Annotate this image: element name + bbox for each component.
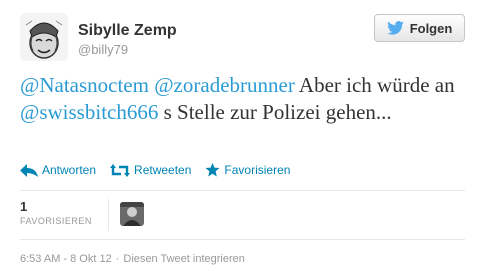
tweet-footer: 6:53 AM - 8 Okt 12 · Diesen Tweet integr…: [20, 253, 245, 265]
favorite-button[interactable]: Favorisieren: [205, 163, 290, 177]
tweet-text-segment: s Stelle zur Polizei gehen...: [158, 100, 392, 124]
tweet-stats: 1 FAVORISIEREN: [20, 190, 465, 240]
stats-divider: [108, 199, 109, 231]
tweet-timestamp[interactable]: 6:53 AM - 8 Okt 12: [20, 253, 112, 265]
retweet-icon: [110, 163, 131, 177]
star-icon: [205, 163, 220, 177]
favorites-label[interactable]: FAVORISIEREN: [20, 216, 92, 226]
tweet-actions: Antworten Retweeten Favorisieren: [20, 161, 304, 179]
reply-label: Antworten: [42, 163, 97, 177]
mention-link[interactable]: @swissbitch666: [20, 100, 158, 124]
user-name[interactable]: Sibylle Zemp: [78, 22, 177, 40]
follow-button[interactable]: Folgen: [374, 14, 465, 42]
tweet-header: Sibylle Zemp @billy79 Folgen: [20, 12, 465, 64]
tweet-text: @Natasnoctem @zoradebrunner Aber ich wür…: [20, 72, 470, 126]
retweet-label: Retweeten: [134, 163, 192, 177]
embed-tweet-link[interactable]: Diesen Tweet integrieren: [123, 253, 244, 265]
tweet-text-segment: Aber ich würde an: [294, 73, 455, 97]
footer-separator: ·: [115, 253, 120, 265]
reply-button[interactable]: Antworten: [20, 163, 96, 177]
reply-arrow-icon: [20, 163, 38, 177]
favoriter-avatar[interactable]: [120, 202, 144, 226]
twitter-bird-icon: [386, 21, 404, 35]
favorites-count[interactable]: 1: [20, 199, 27, 214]
favorite-label: Favorisieren: [224, 163, 291, 177]
user-handle[interactable]: @billy79: [78, 42, 128, 57]
retweet-button[interactable]: Retweeten: [110, 163, 191, 177]
user-avatar[interactable]: [20, 13, 68, 61]
mention-link[interactable]: @zoradebrunner: [154, 73, 295, 97]
mention-link[interactable]: @Natasnoctem: [20, 73, 149, 97]
follow-button-label: Folgen: [409, 20, 453, 36]
